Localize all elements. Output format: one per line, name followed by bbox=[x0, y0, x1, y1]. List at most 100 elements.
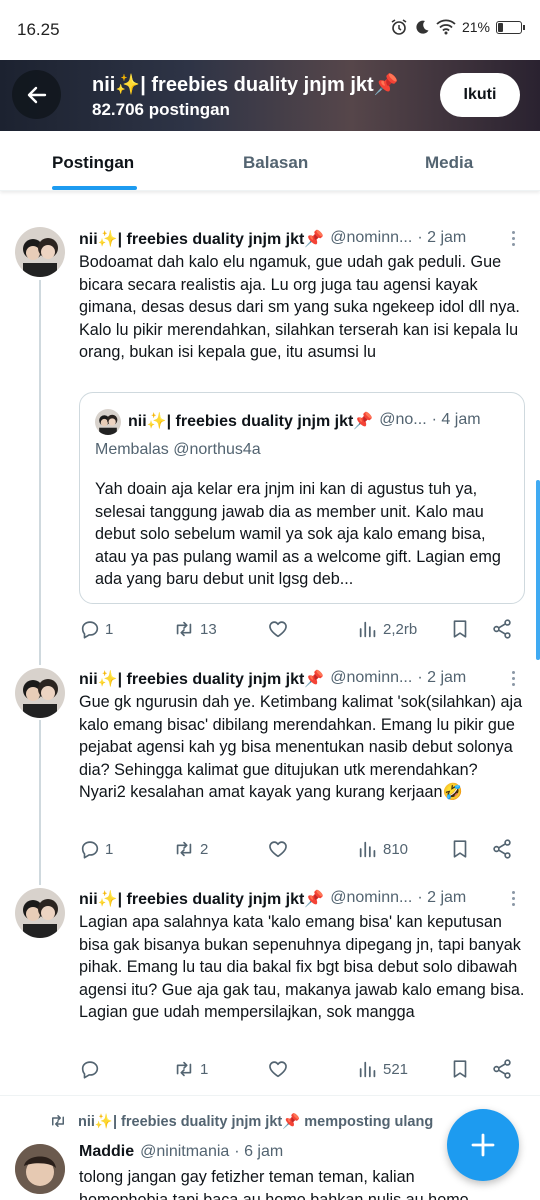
moon-icon bbox=[416, 20, 429, 34]
tab-postingan[interactable]: Postingan bbox=[52, 153, 134, 173]
battery-icon bbox=[496, 20, 525, 34]
tweet-author-name[interactable]: nii✨| freebies duality jnjm jkt📌 bbox=[79, 669, 324, 689]
profile-header: nii✨| freebies duality jnjm jkt📌 82.706 … bbox=[0, 60, 540, 131]
thread-line bbox=[39, 720, 41, 885]
tweet-time: · 2 jam bbox=[417, 669, 467, 686]
reply-icon bbox=[81, 841, 99, 859]
quoted-tweet[interactable]: nii✨| freebies duality jnjm jkt📌 @no... … bbox=[79, 392, 525, 604]
alarm-icon bbox=[391, 19, 407, 35]
bookmark-button[interactable] bbox=[449, 618, 471, 640]
repost-icon bbox=[176, 621, 192, 637]
wifi-icon bbox=[436, 19, 456, 35]
avatar bbox=[95, 409, 121, 435]
avatar[interactable] bbox=[15, 668, 65, 718]
scrollbar[interactable] bbox=[536, 480, 540, 660]
reply-count: 1 bbox=[105, 840, 114, 858]
share-button[interactable] bbox=[491, 618, 513, 640]
views-count: 521 bbox=[383, 1060, 409, 1078]
tweet-author-handle: @nominn... bbox=[330, 229, 413, 246]
repost-count: 2 bbox=[200, 840, 209, 858]
share-icon bbox=[493, 1059, 511, 1079]
tweet-author-name[interactable]: nii✨| freebies duality jnjm jkt📌 bbox=[79, 229, 324, 249]
tweet-text: Gue gk ngurusin dah ye. Ketimbang kalima… bbox=[79, 693, 523, 802]
quote-author-name: nii✨| freebies duality jnjm jkt📌 bbox=[128, 413, 374, 430]
reply-button[interactable]: 1 bbox=[79, 838, 113, 860]
status-bar: 16.25 21% bbox=[0, 0, 540, 60]
tweet-text: tolong jangan gay fetizher teman teman, … bbox=[79, 1168, 469, 1200]
tweet-actions: 1 13 2,2rb bbox=[79, 618, 519, 642]
share-button[interactable] bbox=[491, 838, 513, 860]
repost-count: 1 bbox=[200, 1060, 209, 1078]
like-button[interactable] bbox=[267, 838, 293, 860]
tweet-author-handle: @ninitmania bbox=[140, 1143, 230, 1160]
reply-button[interactable]: 1 bbox=[79, 618, 113, 640]
like-icon bbox=[269, 841, 287, 858]
tab-balasan[interactable]: Balasan bbox=[243, 153, 308, 173]
more-icon[interactable] bbox=[512, 671, 516, 689]
tweet-text: Bodoamat dah kalo elu ngamuk, gue udah g… bbox=[79, 253, 520, 362]
thread-line bbox=[39, 280, 41, 665]
tweet-actions: 1 521 bbox=[79, 1058, 519, 1082]
like-button[interactable] bbox=[267, 1058, 293, 1080]
tweet-time: · 2 jam bbox=[417, 229, 467, 246]
views-count: 2,2rb bbox=[383, 620, 418, 638]
repost-button[interactable]: 1 bbox=[172, 1058, 208, 1080]
views-button[interactable]: 810 bbox=[357, 838, 408, 860]
repost-icon bbox=[52, 1115, 64, 1127]
bookmark-icon bbox=[453, 1060, 467, 1078]
battery-percent: 21% bbox=[461, 19, 490, 35]
avatar[interactable] bbox=[15, 227, 65, 277]
tweet-author-name[interactable]: Maddie bbox=[79, 1143, 134, 1161]
repost-notice[interactable]: nii✨| freebies duality jnjm jkt📌 mempost… bbox=[48, 1112, 433, 1130]
views-icon bbox=[359, 841, 376, 858]
bookmark-button[interactable] bbox=[449, 1058, 471, 1080]
profile-name: nii✨| freebies duality jnjm jkt📌 bbox=[92, 74, 399, 96]
reply-icon bbox=[81, 621, 99, 639]
divider bbox=[0, 1095, 540, 1096]
compose-button[interactable] bbox=[447, 1109, 519, 1181]
share-icon bbox=[493, 619, 511, 639]
reply-count: 1 bbox=[105, 620, 114, 638]
tweet-time: · 6 jam bbox=[234, 1143, 284, 1160]
like-icon bbox=[269, 621, 287, 638]
tweet-author-handle: @nominn... bbox=[330, 669, 413, 686]
tweet-actions: 1 2 810 bbox=[79, 838, 519, 862]
reply-button[interactable] bbox=[79, 1058, 105, 1080]
tweet-text: Lagian apa salahnya kata 'kalo emang bis… bbox=[79, 913, 525, 1022]
avatar[interactable] bbox=[15, 888, 65, 938]
back-button[interactable] bbox=[12, 70, 61, 119]
plus-icon bbox=[471, 1133, 495, 1157]
views-icon bbox=[359, 1061, 376, 1078]
repost-count: 13 bbox=[200, 620, 217, 638]
back-arrow-icon bbox=[27, 86, 46, 103]
tweet-author-name[interactable]: nii✨| freebies duality jnjm jkt📌 bbox=[79, 889, 324, 909]
share-button[interactable] bbox=[491, 1058, 513, 1080]
follow-button[interactable]: Ikuti bbox=[440, 73, 520, 117]
more-icon[interactable] bbox=[512, 231, 516, 249]
quote-author-handle: @no... bbox=[379, 411, 427, 428]
views-icon bbox=[359, 621, 376, 638]
repost-icon bbox=[176, 1061, 192, 1077]
bookmark-button[interactable] bbox=[449, 838, 471, 860]
repost-button[interactable]: 13 bbox=[172, 618, 217, 640]
views-button[interactable]: 521 bbox=[357, 1058, 408, 1080]
tweet-time: · 2 jam bbox=[417, 889, 467, 906]
reply-icon bbox=[81, 1061, 99, 1079]
status-time: 16.25 bbox=[17, 20, 60, 39]
tab-media[interactable]: Media bbox=[425, 153, 473, 173]
like-icon bbox=[269, 1061, 287, 1078]
more-icon[interactable] bbox=[512, 891, 516, 909]
views-button[interactable]: 2,2rb bbox=[357, 618, 417, 640]
bookmark-icon bbox=[453, 840, 467, 858]
share-icon bbox=[493, 839, 511, 859]
avatar[interactable] bbox=[15, 1144, 65, 1194]
profile-tabs: Postingan Balasan Media bbox=[0, 131, 540, 191]
quote-time: · 4 jam bbox=[431, 411, 481, 428]
repost-notice-text: nii✨| freebies duality jnjm jkt📌 mempost… bbox=[78, 1113, 434, 1130]
post-count: 82.706 postingan bbox=[92, 100, 230, 119]
views-count: 810 bbox=[383, 840, 409, 858]
quote-reply-to: Membalas @northus4a bbox=[95, 441, 261, 458]
active-tab-indicator bbox=[52, 186, 137, 190]
like-button[interactable] bbox=[267, 618, 293, 640]
repost-button[interactable]: 2 bbox=[172, 838, 208, 860]
